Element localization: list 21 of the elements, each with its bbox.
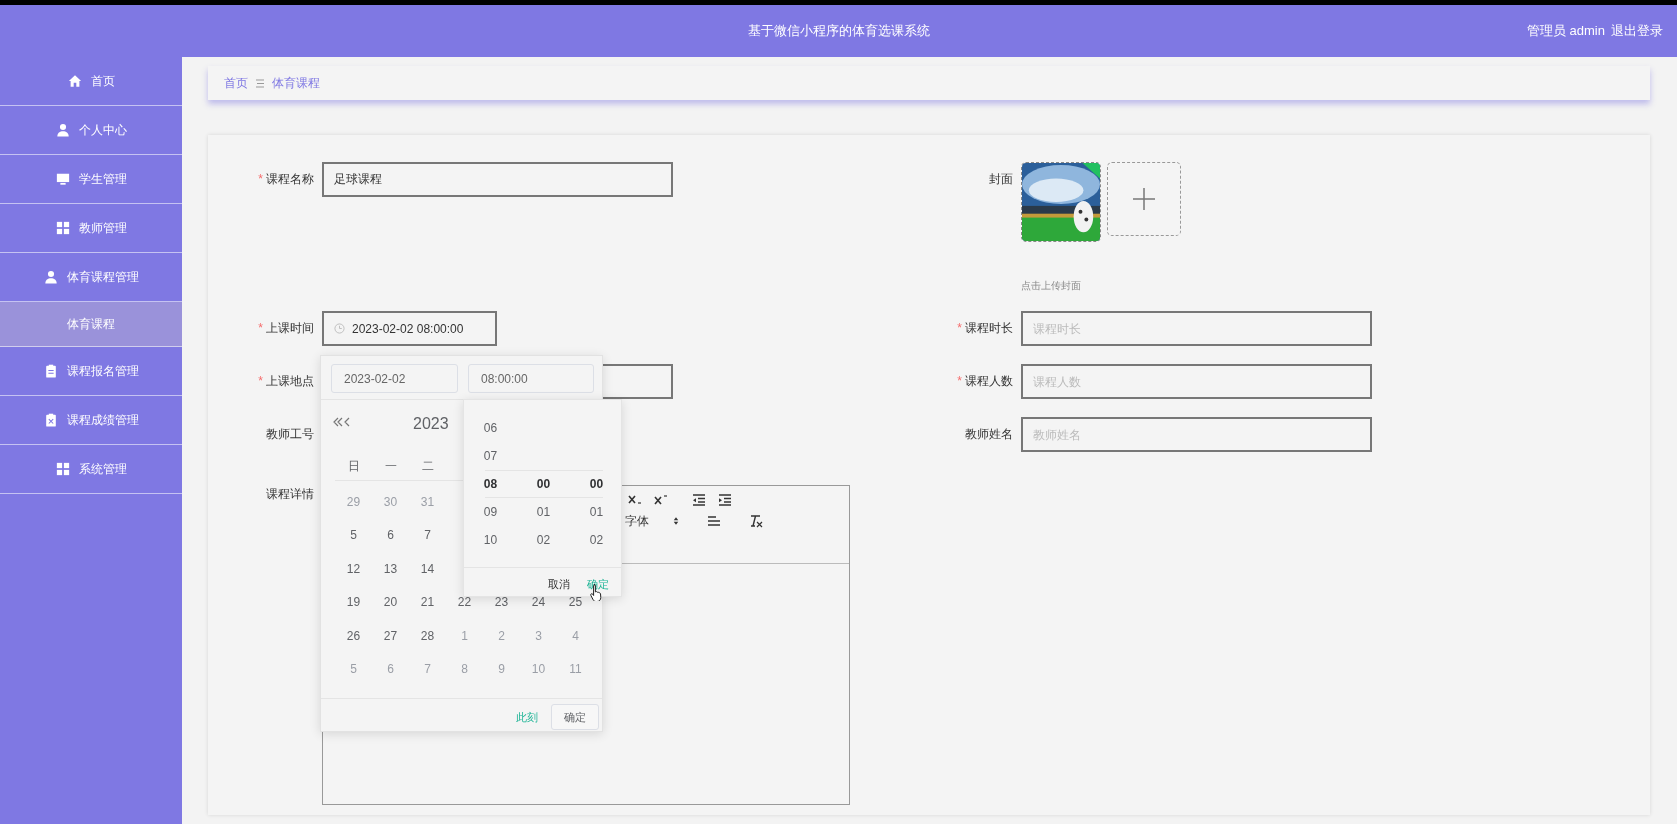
field-label: 课程人数 — [965, 374, 1013, 388]
field-label: 教师工号 — [266, 427, 314, 441]
field-label: 封面 — [989, 172, 1013, 186]
user-label: 管理员 admin — [1526, 22, 1605, 41]
field-label: 上课地点 — [266, 374, 314, 388]
required-mark: * — [957, 321, 962, 335]
required-mark: * — [258, 321, 263, 335]
field-label: 上课时间 — [266, 321, 314, 335]
field-label: 课程名称 — [266, 172, 314, 186]
weekday-label: 一 — [383, 457, 398, 475]
weekday-label: 二 — [420, 457, 435, 475]
calendar-title: 2023 — [413, 414, 449, 434]
field-label: 教师姓名 — [965, 427, 1013, 441]
app-title: 基于微信小程序的体育选课系统 — [747, 22, 930, 41]
field-label: 课程详情 — [266, 487, 314, 501]
upload-hint: 点击上传封面 — [1021, 279, 1082, 293]
field-label: 课程时长 — [965, 321, 1013, 335]
required-mark: * — [258, 374, 263, 388]
required-mark: * — [957, 374, 962, 388]
weekday-label: 日 — [346, 457, 361, 475]
required-mark: * — [258, 172, 263, 186]
